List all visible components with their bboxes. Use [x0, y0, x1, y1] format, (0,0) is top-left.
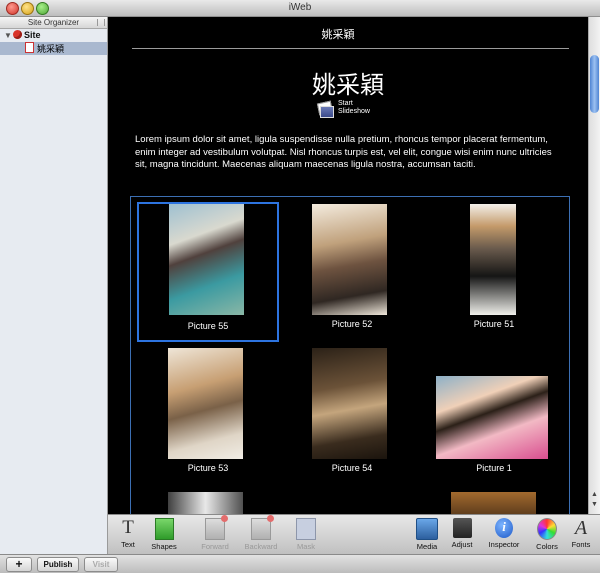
color-wheel-icon	[537, 518, 557, 540]
vertical-scrollbar[interactable]: ▲ ▼	[588, 17, 600, 514]
send-backward-icon	[251, 515, 274, 540]
gallery-item[interactable]: Picture 52	[281, 202, 423, 342]
window-titlebar: iWeb	[0, 0, 600, 17]
scroll-down-arrow-icon[interactable]: ▼	[591, 501, 598, 508]
sidebar-item-site[interactable]: ▼ Site	[0, 29, 107, 42]
bottom-bar: + Publish Visit	[0, 554, 600, 573]
text-button[interactable]: T Text	[116, 517, 140, 550]
adjust-button[interactable]: Adjust	[448, 518, 476, 549]
backward-button[interactable]: Backward	[241, 515, 281, 551]
page-title[interactable]: 姚采穎	[108, 65, 588, 100]
fonts-button[interactable]: A Fonts	[568, 518, 594, 549]
photo-thumbnail[interactable]	[312, 348, 387, 459]
slideshow-icon	[316, 100, 334, 118]
photo-thumbnail[interactable]	[436, 376, 548, 459]
forward-button[interactable]: Forward	[198, 515, 232, 551]
photo-caption: Picture 51	[473, 319, 515, 329]
site-organizer-header: Site Organizer	[0, 17, 107, 29]
page-icon	[25, 42, 34, 53]
text-icon: T	[122, 517, 134, 538]
nav-title[interactable]: 姚采穎	[108, 26, 568, 42]
window-title: iWeb	[288, 2, 312, 13]
web-page-canvas[interactable]: 姚采穎 姚采穎 Start Slideshow Lorem ipsum dolo…	[108, 17, 588, 514]
bottom-toolbar: T Text Shapes Forward Backward Mask Medi…	[108, 514, 600, 555]
mask-button[interactable]: Mask	[292, 518, 320, 551]
visit-button[interactable]: Visit	[84, 557, 118, 572]
media-icon	[416, 518, 438, 540]
inspector-icon: i	[495, 518, 513, 538]
photo-thumbnail[interactable]	[312, 204, 387, 315]
photo-thumbnail[interactable]	[168, 348, 243, 459]
site-globe-icon	[13, 30, 22, 39]
photo-thumbnail[interactable]	[169, 204, 244, 315]
gallery-item[interactable]: Picture 53	[137, 345, 279, 485]
mask-icon	[296, 518, 316, 540]
site-organizer-title: Site Organizer	[27, 18, 80, 27]
photo-thumbnail-partial[interactable]	[451, 492, 536, 514]
sidebar-page-label: 姚采穎	[37, 44, 65, 54]
canvas-area: 姚采穎 姚采穎 Start Slideshow Lorem ipsum dolo…	[108, 17, 588, 514]
shapes-button[interactable]: Shapes	[148, 518, 180, 551]
add-page-button[interactable]: +	[6, 557, 32, 572]
shapes-icon	[154, 518, 174, 540]
scrollbar-thumb[interactable]	[590, 55, 599, 113]
gallery-item[interactable]: Picture 54	[281, 345, 423, 485]
sidebar-site-label: Site	[24, 30, 41, 40]
gallery-item[interactable]: Picture 55	[137, 202, 279, 342]
media-button[interactable]: Media	[413, 518, 441, 551]
bring-forward-icon	[205, 515, 228, 540]
photo-caption: Picture 53	[187, 463, 229, 473]
photo-thumbnail[interactable]	[470, 204, 516, 315]
photo-caption: Picture 54	[331, 463, 373, 473]
body-text[interactable]: Lorem ipsum dolor sit amet, ligula suspe…	[135, 134, 563, 172]
gallery-item[interactable]: Picture 1	[423, 345, 565, 485]
start-slideshow-button[interactable]: Start Slideshow	[316, 100, 396, 122]
photo-thumbnail-partial[interactable]	[168, 492, 243, 514]
disclosure-triangle-icon[interactable]: ▼	[4, 29, 13, 42]
publish-button[interactable]: Publish	[37, 557, 79, 572]
photo-caption: Picture 55	[187, 321, 229, 331]
inspector-button[interactable]: i Inspector	[485, 518, 523, 549]
resize-grip-icon[interactable]	[97, 19, 105, 26]
sidebar-item-page[interactable]: 姚采穎	[0, 42, 107, 55]
colors-button[interactable]: Colors	[532, 518, 562, 551]
site-organizer: Site Organizer ▼ Site 姚采穎	[0, 17, 108, 554]
divider-line	[132, 48, 569, 49]
photo-caption: Picture 1	[476, 463, 512, 473]
adjust-icon	[452, 518, 472, 538]
slideshow-label: Start Slideshow	[338, 100, 370, 115]
photo-grid[interactable]: Picture 55 Picture 52 Picture 51 Picture…	[130, 196, 570, 514]
fonts-icon: A	[574, 517, 588, 539]
photo-caption: Picture 52	[331, 319, 373, 329]
scroll-up-arrow-icon[interactable]: ▲	[591, 491, 598, 498]
gallery-item[interactable]: Picture 51	[423, 202, 565, 342]
